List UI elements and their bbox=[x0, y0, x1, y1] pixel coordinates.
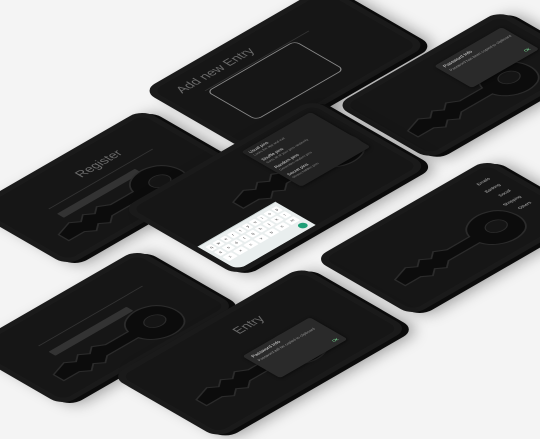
dialog-ok-button[interactable]: OK bbox=[331, 337, 340, 342]
keyboard-row: z x c v b n m bbox=[222, 216, 301, 262]
list-item-emails[interactable]: Emails bbox=[475, 177, 491, 186]
keyboard-enter-button[interactable] bbox=[295, 221, 310, 230]
list-item-others[interactable]: Others bbox=[517, 201, 533, 210]
list-item-social[interactable]: Social bbox=[497, 189, 512, 198]
dialog-message: Password has been copied to clipboard bbox=[447, 34, 513, 72]
list-item-banking[interactable]: Banking bbox=[483, 183, 501, 194]
dialog-message: Password will be copied to clipboard bbox=[256, 326, 317, 362]
dialog-ok-button[interactable]: OK bbox=[522, 47, 531, 52]
screen-title: Register bbox=[71, 147, 126, 180]
screen-title: Entry bbox=[228, 313, 268, 336]
